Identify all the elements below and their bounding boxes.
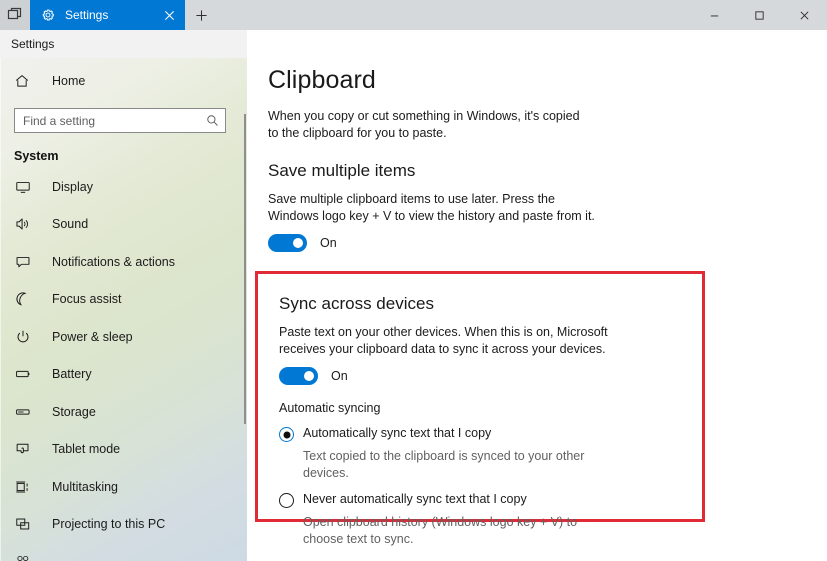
radio-auto-sync-description: Text copied to the clipboard is synced t… — [303, 449, 585, 480]
gear-icon — [42, 9, 54, 21]
task-view-icon — [7, 7, 22, 20]
search-box[interactable] — [14, 108, 226, 133]
radio-option-auto-sync[interactable]: Automatically sync text that I copy — [258, 415, 702, 442]
sidebar-item-label: Storage — [52, 404, 96, 419]
sidebar-item-home-label: Home — [52, 74, 86, 88]
app-breadcrumb: Settings — [0, 30, 247, 58]
automatic-syncing-label: Automatic syncing — [279, 401, 381, 415]
close-icon — [800, 11, 809, 19]
main-content: Clipboard When you copy or cut something… — [247, 30, 827, 561]
radio-never-sync-description: Open clipboard history (Windows logo key… — [303, 515, 578, 546]
notification-icon — [14, 254, 32, 270]
sync-description: Paste text on your other devices. When t… — [279, 325, 608, 356]
radio-auto-sync-label: Automatically sync text that I copy — [303, 426, 492, 440]
sidebar-group-title: System — [14, 149, 59, 163]
toggle-knob — [304, 371, 314, 381]
sidebar-item-sound[interactable]: Sound — [0, 206, 247, 244]
new-tab-button[interactable] — [185, 0, 217, 30]
sidebar-item-multitasking[interactable]: Multitasking — [0, 468, 247, 506]
radio-auto-sync[interactable] — [279, 427, 294, 442]
sidebar: Home System — [0, 58, 247, 561]
save-multiple-description: Save multiple clipboard items to use lat… — [268, 192, 595, 223]
sidebar-item-label: Tablet mode — [52, 442, 121, 457]
close-tab-button[interactable] — [159, 5, 179, 25]
sidebar-item-battery[interactable]: Battery — [0, 356, 247, 394]
sidebar-edge — [0, 58, 1, 561]
sidebar-item-label: Focus assist — [52, 292, 122, 307]
search-container — [0, 101, 247, 133]
close-window-button[interactable] — [782, 0, 827, 30]
minimize-button[interactable] — [692, 0, 737, 30]
radio-never-sync-label: Never automatically sync text that I cop… — [303, 492, 527, 506]
maximize-icon — [755, 10, 764, 20]
tablet-icon — [14, 441, 32, 457]
save-multiple-toggle[interactable] — [268, 234, 307, 252]
sidebar-item-projecting-to-this-pc[interactable]: Projecting to this PC — [0, 506, 247, 544]
app-breadcrumb-label: Settings — [11, 37, 55, 51]
sync-toggle-row: On — [258, 357, 702, 385]
tab-title: Settings — [65, 8, 109, 22]
sidebar-item-focus-assist[interactable]: Focus assist — [0, 281, 247, 319]
toggle-knob — [293, 238, 303, 248]
sidebar-item-next-partial[interactable] — [0, 543, 247, 561]
save-multiple-toggle-row: On — [247, 224, 827, 252]
home-icon — [14, 73, 32, 89]
sidebar-item-tablet-mode[interactable]: Tablet mode — [0, 431, 247, 469]
sidebar-item-notifications-actions[interactable]: Notifications & actions — [0, 243, 247, 281]
sidebar-scrollbar[interactable] — [244, 114, 246, 424]
monitor-icon — [14, 179, 32, 195]
sidebar-item-label: Projecting to this PC — [52, 517, 166, 532]
sync-toggle[interactable] — [279, 367, 318, 385]
search-icon — [205, 114, 219, 128]
sidebar-item-power-sleep[interactable]: Power & sleep — [0, 318, 247, 356]
sidebar-item-label: Multitasking — [52, 479, 118, 494]
sidebar-item-home[interactable]: Home — [0, 61, 247, 101]
window-controls — [692, 0, 827, 30]
sidebar-item-label: Sound — [52, 217, 89, 232]
sync-across-devices-highlight: Sync across devices Paste text on your o… — [255, 271, 705, 546]
multitasking-icon — [14, 479, 32, 495]
sidebar-item-display[interactable]: Display — [0, 168, 247, 206]
sidebar-item-storage[interactable]: Storage — [0, 393, 247, 431]
sync-heading: Sync across devices — [279, 294, 434, 313]
battery-icon — [14, 366, 32, 382]
search-input[interactable] — [15, 109, 225, 132]
sidebar-item-label: Display — [52, 179, 93, 194]
save-multiple-heading: Save multiple items — [268, 161, 416, 180]
sidebar-item-label: Notifications & actions — [52, 254, 175, 269]
storage-icon — [14, 404, 32, 420]
radio-never-sync[interactable] — [279, 493, 294, 508]
sidebar-item-label: Power & sleep — [52, 329, 133, 344]
power-icon — [14, 329, 32, 345]
minimize-icon — [710, 15, 719, 16]
settings-window: Settings Settings Home Find a setting Sy… — [0, 0, 827, 561]
moon-icon — [14, 291, 32, 307]
sync-toggle-state: On — [331, 369, 348, 383]
projecting-icon — [14, 516, 32, 532]
sidebar-nav-list: Display Sound Notifications & actions Fo… — [0, 166, 247, 561]
close-icon — [164, 10, 174, 20]
page-title: Clipboard — [268, 66, 376, 94]
maximize-button[interactable] — [737, 0, 782, 30]
tab-strip: Settings — [0, 0, 827, 30]
plus-icon — [195, 9, 207, 21]
radio-option-never-sync[interactable]: Never automatically sync text that I cop… — [258, 481, 702, 508]
sidebar-item-label: Battery — [52, 367, 92, 382]
speaker-icon — [14, 216, 32, 232]
tab-settings[interactable]: Settings — [30, 0, 185, 30]
partial-icon — [14, 554, 32, 561]
task-view-button[interactable] — [0, 0, 30, 30]
save-multiple-toggle-state: On — [320, 236, 337, 250]
page-description: When you copy or cut something in Window… — [268, 109, 580, 140]
